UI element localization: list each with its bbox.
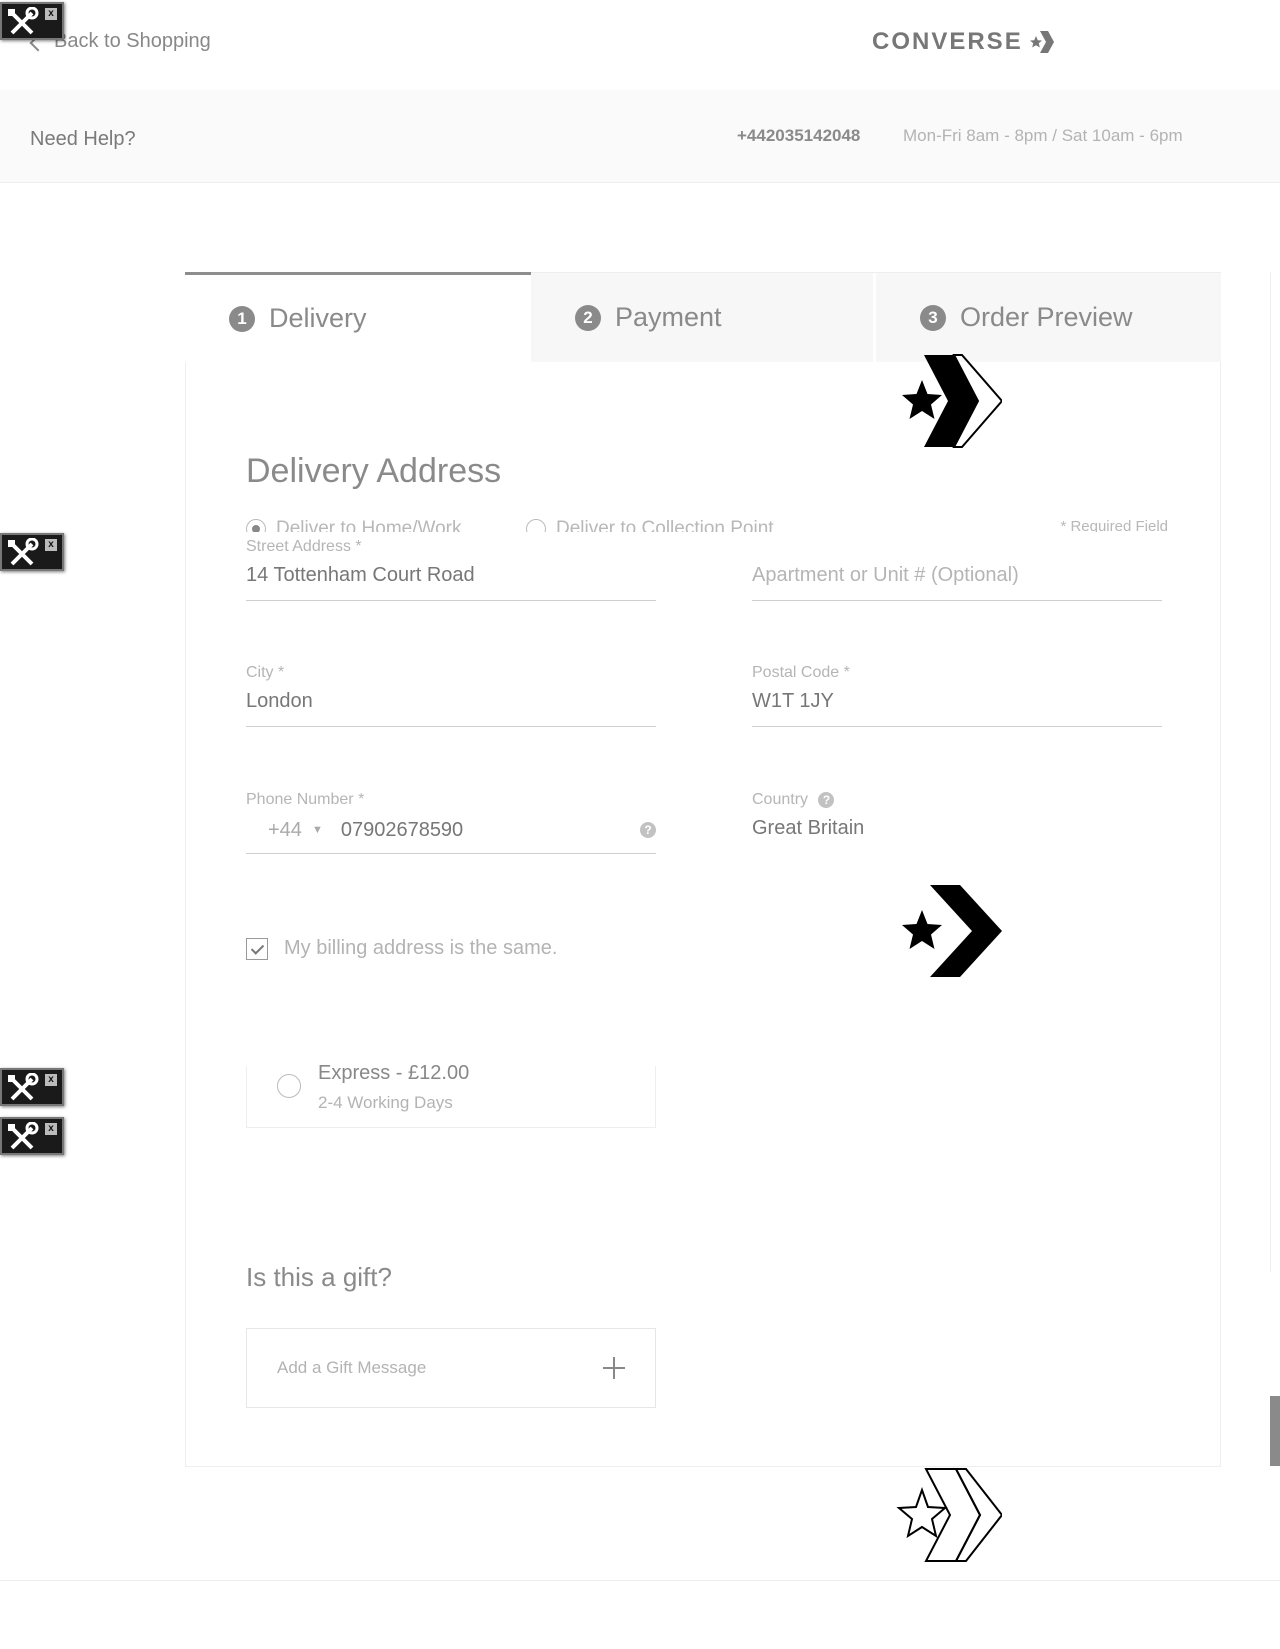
footer-divider: [0, 1580, 1280, 1581]
close-icon[interactable]: x: [45, 8, 57, 20]
converse-logo[interactable]: CONVERSE: [872, 28, 1055, 56]
phone-number-field[interactable]: Phone Number * +44 ▼ 07902678590 ?: [246, 791, 656, 854]
help-phone-link[interactable]: +442035142048: [737, 126, 860, 146]
star-chevron-logo-icon: [902, 885, 1002, 977]
back-to-shopping-label: Back to Shopping: [54, 30, 211, 52]
street-address-field[interactable]: Street Address * 14 Tottenham Court Road: [246, 538, 656, 601]
step-number: 1: [229, 305, 255, 332]
tools-overlay-button[interactable]: x: [0, 2, 64, 40]
delivery-address-title: Delivery Address: [246, 452, 502, 490]
help-hours: Mon-Fri 8am - 8pm / Sat 10am - 6pm: [903, 126, 1183, 145]
step-number: 3: [920, 304, 946, 331]
star-chevron-icon: [1029, 31, 1054, 53]
billing-same-label: My billing address is the same.: [284, 937, 558, 959]
side-panel-edge: [1270, 272, 1271, 1272]
wrench-screwdriver-icon: [8, 1122, 39, 1150]
street-address-input[interactable]: 14 Tottenham Court Road: [246, 564, 656, 601]
country-field: Country ? Great Britain: [752, 791, 1162, 853]
city-field[interactable]: City * London: [246, 664, 656, 727]
deliver-home-label: Deliver to Home/Work: [276, 518, 462, 532]
tools-overlay-button[interactable]: x: [0, 1068, 64, 1106]
radio-icon: [526, 519, 546, 532]
country-label-row: Country ?: [752, 791, 1162, 811]
country-code-select[interactable]: +44: [268, 819, 302, 842]
phone-input-row: +44 ▼ 07902678590 ?: [246, 817, 656, 854]
caret-down-icon: ▼: [311, 824, 323, 836]
deliver-collection-label: Deliver to Collection Point: [556, 518, 774, 532]
shipping-option-name: Express - £12.00: [318, 1062, 470, 1084]
tab-label: Delivery: [269, 303, 367, 333]
tab-label: Order Preview: [960, 302, 1133, 332]
phone-number-label: Phone Number *: [246, 791, 365, 808]
help-icon[interactable]: ?: [818, 791, 835, 808]
need-help-label: Need Help?: [30, 128, 136, 150]
close-icon[interactable]: x: [45, 1074, 57, 1086]
wrench-screwdriver-icon: [8, 7, 39, 35]
logo-text: CONVERSE: [872, 28, 1023, 55]
tools-overlay-button[interactable]: x: [0, 1117, 64, 1155]
star-chevron-outline-icon: [896, 1468, 1002, 1562]
postal-code-label: Postal Code *: [752, 664, 850, 681]
delivery-method-options: Deliver to Home/Work Deliver to Collecti…: [246, 512, 1168, 532]
tab-payment[interactable]: 2 Payment: [531, 272, 873, 362]
radio-icon[interactable]: [277, 1074, 301, 1098]
close-icon[interactable]: x: [45, 539, 57, 551]
close-icon[interactable]: x: [45, 1123, 57, 1135]
deliver-home-option[interactable]: Deliver to Home/Work: [246, 518, 461, 532]
postal-code-field[interactable]: Postal Code * W1T 1JY: [752, 664, 1162, 727]
wrench-screwdriver-icon: [8, 1073, 39, 1101]
required-field-note: * Required Field: [1060, 518, 1168, 532]
scrollbar-thumb[interactable]: [1270, 1396, 1280, 1466]
apartment-field[interactable]: Apartment or Unit # (Optional): [752, 538, 1162, 601]
street-address-label: Street Address *: [246, 538, 362, 555]
star-chevron-logo-icon: [902, 354, 1002, 448]
help-icon[interactable]: ?: [640, 822, 656, 838]
gift-title: Is this a gift?: [246, 1262, 392, 1292]
apartment-label: [752, 538, 1162, 558]
country-label: Country: [752, 791, 809, 808]
add-gift-message-button[interactable]: Add a Gift Message: [246, 1328, 656, 1408]
tab-order-preview[interactable]: 3 Order Preview: [876, 272, 1221, 362]
city-label: City *: [246, 664, 285, 681]
apartment-input[interactable]: Apartment or Unit # (Optional): [752, 564, 1162, 601]
country-value: Great Britain: [752, 817, 865, 839]
add-gift-message-label: Add a Gift Message: [277, 1358, 427, 1377]
deliver-collection-option[interactable]: Deliver to Collection Point: [526, 518, 774, 532]
radio-selected-icon: [246, 519, 266, 532]
city-input[interactable]: London: [246, 690, 656, 727]
phone-number-input[interactable]: 07902678590: [341, 819, 463, 842]
postal-code-input[interactable]: W1T 1JY: [752, 690, 1162, 727]
wrench-screwdriver-icon: [8, 538, 39, 566]
tools-overlay-button[interactable]: x: [0, 533, 64, 571]
billing-same-checkbox[interactable]: My billing address is the same.: [246, 937, 557, 960]
shipping-option-days: 2-4 Working Days: [318, 1093, 453, 1112]
step-number: 2: [575, 304, 601, 331]
plus-icon: [603, 1357, 625, 1379]
tab-label: Payment: [615, 302, 722, 332]
tab-delivery[interactable]: 1 Delivery: [185, 272, 531, 362]
checkbox-checked-icon[interactable]: [246, 937, 268, 960]
